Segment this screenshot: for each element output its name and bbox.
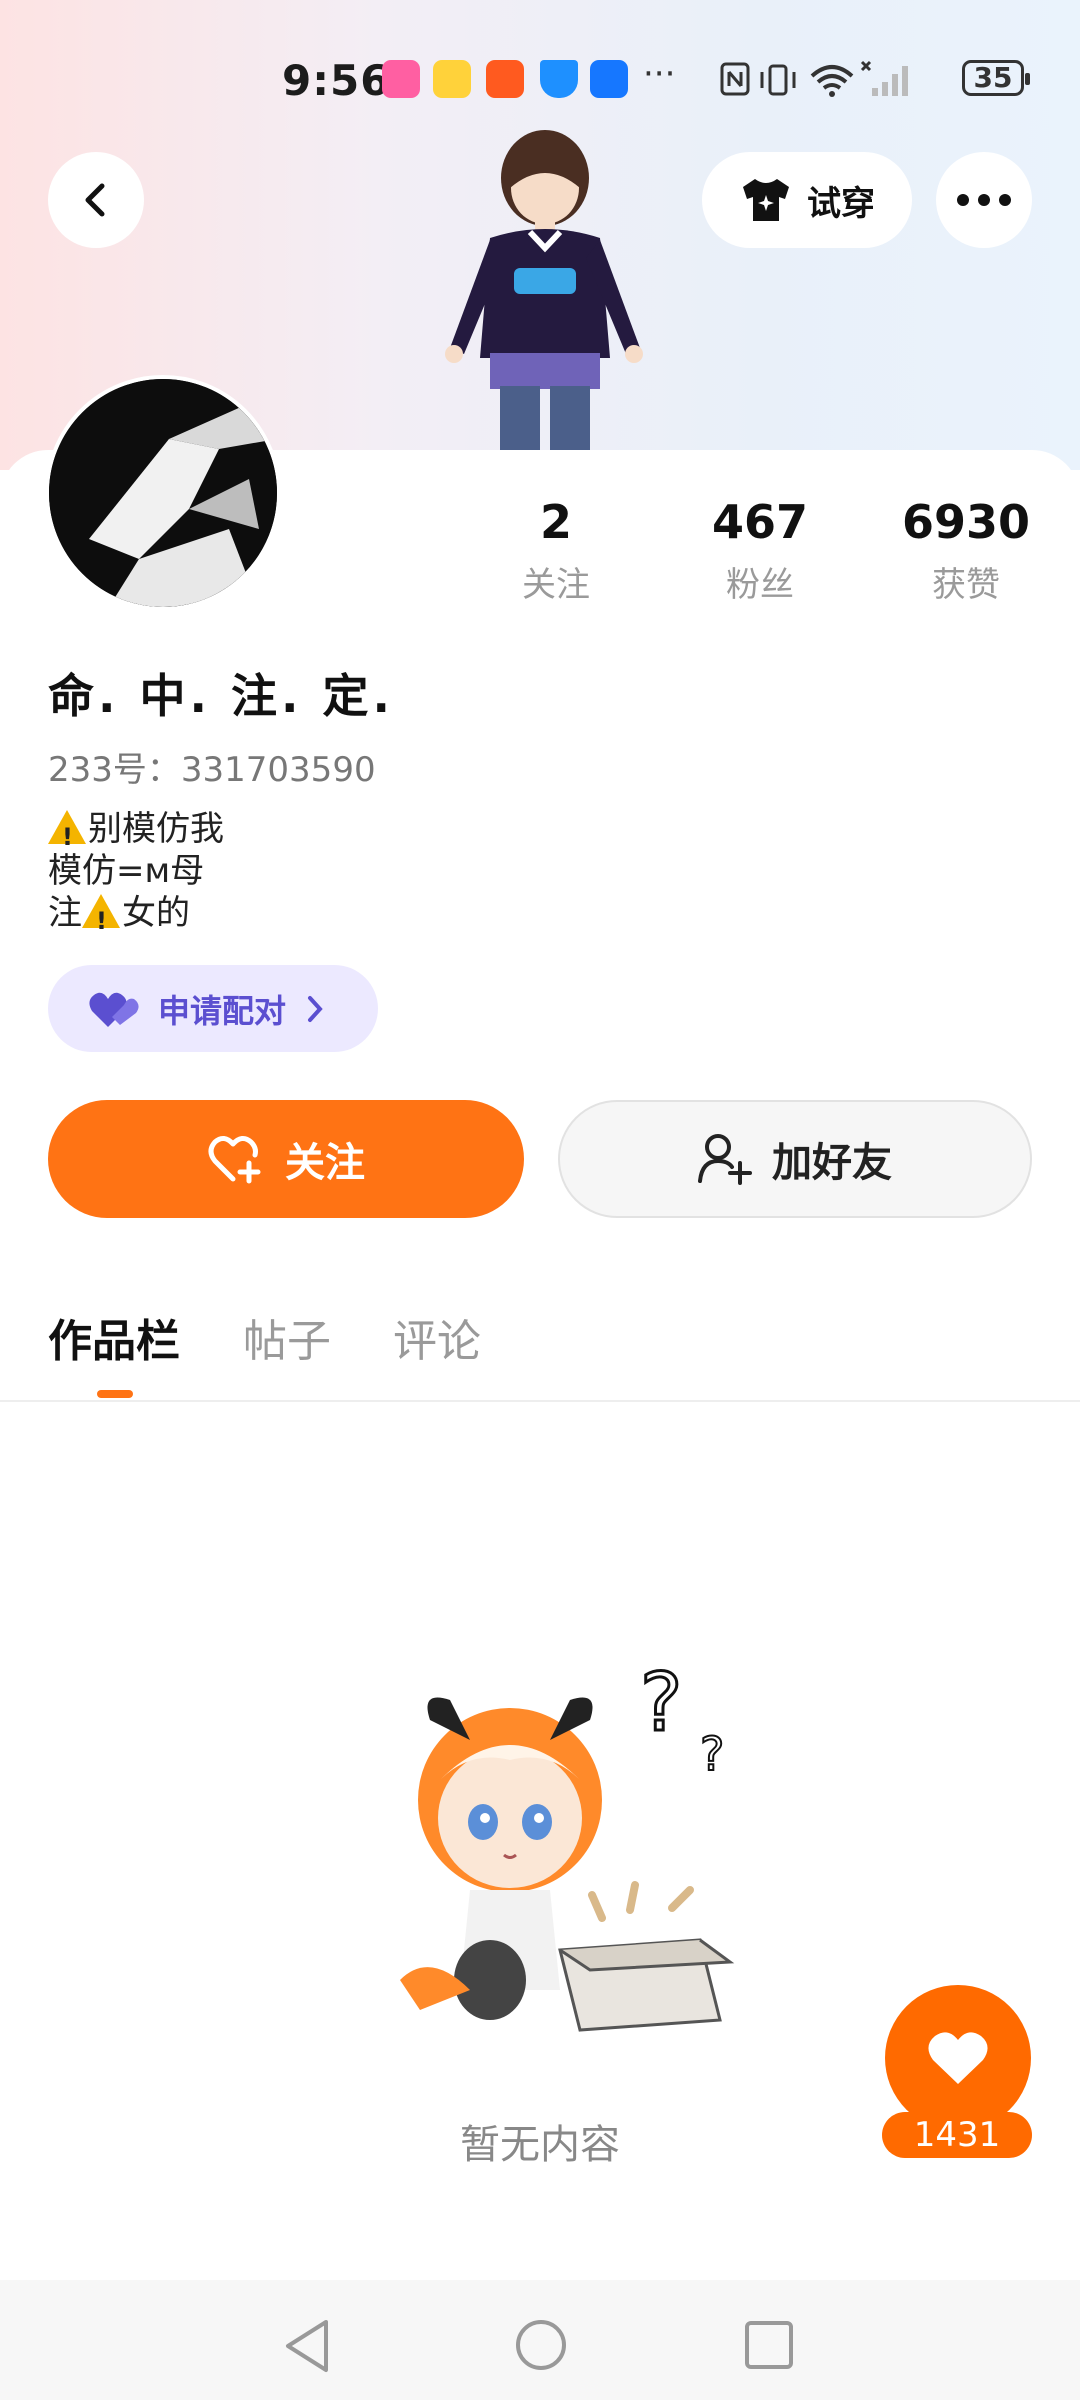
nav-home-icon[interactable] [514, 2318, 568, 2372]
bio-line: 注女的 [48, 892, 224, 942]
bio-line: 别模仿我 [48, 808, 224, 858]
try-on-label: 试穿 [807, 183, 875, 224]
empty-state-illustration: ? ? [400, 1655, 735, 2032]
try-on-button[interactable]: 试穿 [702, 152, 912, 248]
puzzle-icon [590, 60, 628, 98]
stat-label: 获赞 [932, 565, 1000, 605]
tab-comments[interactable]: 评论 [393, 1305, 481, 1369]
app-notification-icon [382, 60, 420, 98]
more-button[interactable] [936, 152, 1032, 248]
chevron-left-icon [85, 183, 105, 217]
pair-request-label: 申请配对 [158, 991, 287, 1030]
back-button[interactable] [48, 152, 144, 248]
system-status-icons [720, 60, 908, 97]
stat-followers[interactable]: 467 粉丝 [670, 495, 850, 606]
tab-divider [0, 1400, 1080, 1402]
stat-following[interactable]: 2 关注 [466, 495, 646, 606]
stat-value: 6930 [901, 495, 1031, 549]
like-count: 1431 [882, 2112, 1032, 2158]
double-heart-icon [89, 992, 139, 1027]
app-notification-icon [486, 60, 524, 98]
nav-back-icon[interactable] [282, 2318, 332, 2374]
stat-likes[interactable]: 6930 获赞 [876, 495, 1056, 606]
bio-line: 模仿=м母 [48, 850, 224, 892]
stat-label: 关注 [522, 565, 590, 605]
chevron-right-icon [308, 995, 323, 1022]
tshirt-icon [743, 179, 789, 221]
avatar[interactable] [45, 375, 281, 611]
avatar-image [49, 379, 277, 607]
stat-label: 粉丝 [726, 565, 794, 605]
shield-icon [540, 60, 578, 98]
avatar-3d-figure [445, 130, 643, 470]
heart-plus-icon [208, 1136, 261, 1184]
system-navigation-bar [0, 2280, 1080, 2400]
nickname: 命. 中. 注. 定. [48, 669, 394, 723]
stat-value: 467 [711, 495, 809, 549]
add-friend-label: 加好友 [772, 1140, 892, 1186]
active-tab-indicator [97, 1390, 133, 1398]
bio: 别模仿我 模仿=м母 注女的 [48, 808, 224, 942]
svg-text:?: ? [640, 1656, 682, 1749]
pair-request-button[interactable]: 申请配对 [48, 965, 378, 1052]
status-time: 9:56 [282, 56, 391, 105]
more-notifications-icon: ··· [643, 54, 676, 94]
heart-icon [928, 2032, 988, 2084]
add-friend-button[interactable]: 加好友 [558, 1100, 1032, 1218]
more-dots-icon [957, 194, 1011, 206]
warning-icon [82, 894, 120, 942]
user-id[interactable]: 233号：331703590 [48, 742, 376, 791]
like-button[interactable] [885, 1985, 1031, 2131]
warning-icon [48, 810, 86, 858]
follow-button[interactable]: 关注 [48, 1100, 524, 1218]
app-notification-icon [433, 60, 471, 98]
bio-text: 注 [48, 893, 82, 933]
battery-indicator: 35 [962, 60, 1030, 96]
status-bar: 9:56 ··· 35 [0, 50, 1080, 110]
nav-recents-icon[interactable] [744, 2320, 794, 2370]
bio-text: 女的 [122, 893, 190, 933]
tab-posts[interactable]: 帖子 [243, 1305, 331, 1369]
svg-text:?: ? [700, 1727, 724, 1781]
add-user-icon [698, 1134, 752, 1185]
follow-label: 关注 [285, 1140, 365, 1186]
bio-text: 别模仿我 [88, 809, 224, 849]
tab-works[interactable]: 作品栏 [48, 1305, 180, 1369]
stat-value: 2 [539, 495, 572, 549]
